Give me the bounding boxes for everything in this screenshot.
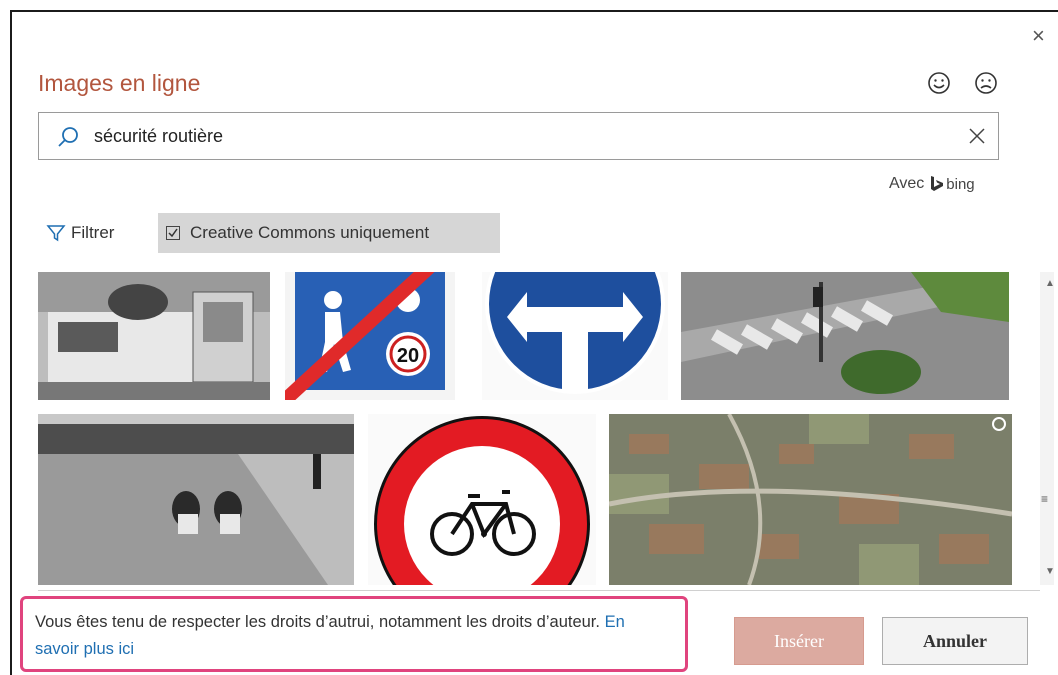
- close-icon[interactable]: ×: [1032, 25, 1045, 47]
- provider-label: Avec bing: [889, 175, 975, 193]
- filter-label: Filtrer: [71, 223, 115, 242]
- result-image-aerial-city[interactable]: [609, 414, 1012, 585]
- provider-prefix: Avec: [889, 175, 925, 192]
- scroll-down-icon[interactable]: ▼: [1045, 566, 1055, 577]
- notice-text: Vous êtes tenu de respecter les droits d…: [35, 613, 605, 631]
- search-value[interactable]: sécurité routière: [94, 126, 223, 147]
- results-grid: 20: [38, 272, 1012, 585]
- result-image-car[interactable]: [38, 272, 270, 400]
- creative-commons-label: Creative Commons uniquement: [190, 223, 430, 242]
- smiley-happy-icon[interactable]: [926, 70, 952, 96]
- search-icon: [58, 127, 78, 147]
- result-image-pedestrian-zone-end-sign[interactable]: 20: [285, 272, 455, 400]
- checkbox-icon[interactable]: [166, 226, 180, 240]
- result-image-road-workers[interactable]: [38, 414, 354, 585]
- smiley-sad-icon[interactable]: [973, 70, 999, 96]
- bing-icon: [931, 176, 944, 191]
- dialog-title: Images en ligne: [38, 70, 201, 96]
- bing-logo: bing: [930, 175, 975, 193]
- search-input[interactable]: sécurité routière: [38, 112, 999, 160]
- result-image-crosswalk[interactable]: [681, 272, 1009, 400]
- copyright-notice: Vous êtes tenu de respecter les droits d…: [20, 596, 688, 672]
- filter-icon: [46, 225, 66, 242]
- clear-icon[interactable]: [966, 125, 988, 147]
- cancel-button[interactable]: Annuler: [882, 617, 1028, 665]
- svg-text:20: 20: [397, 345, 419, 367]
- provider-name: bing: [946, 175, 975, 193]
- scroll-grip-icon[interactable]: ≡: [1041, 492, 1048, 506]
- scroll-up-icon[interactable]: ▲: [1045, 278, 1055, 289]
- insert-button[interactable]: Insérer: [734, 617, 864, 665]
- divider: [38, 590, 1040, 591]
- results-scrollbar[interactable]: [1040, 272, 1054, 585]
- filter-button[interactable]: Filtrer: [46, 223, 114, 243]
- result-image-direction-sign[interactable]: [482, 272, 668, 400]
- creative-commons-toggle[interactable]: Creative Commons uniquement: [158, 213, 500, 253]
- result-image-no-bicycles-sign[interactable]: [368, 414, 596, 585]
